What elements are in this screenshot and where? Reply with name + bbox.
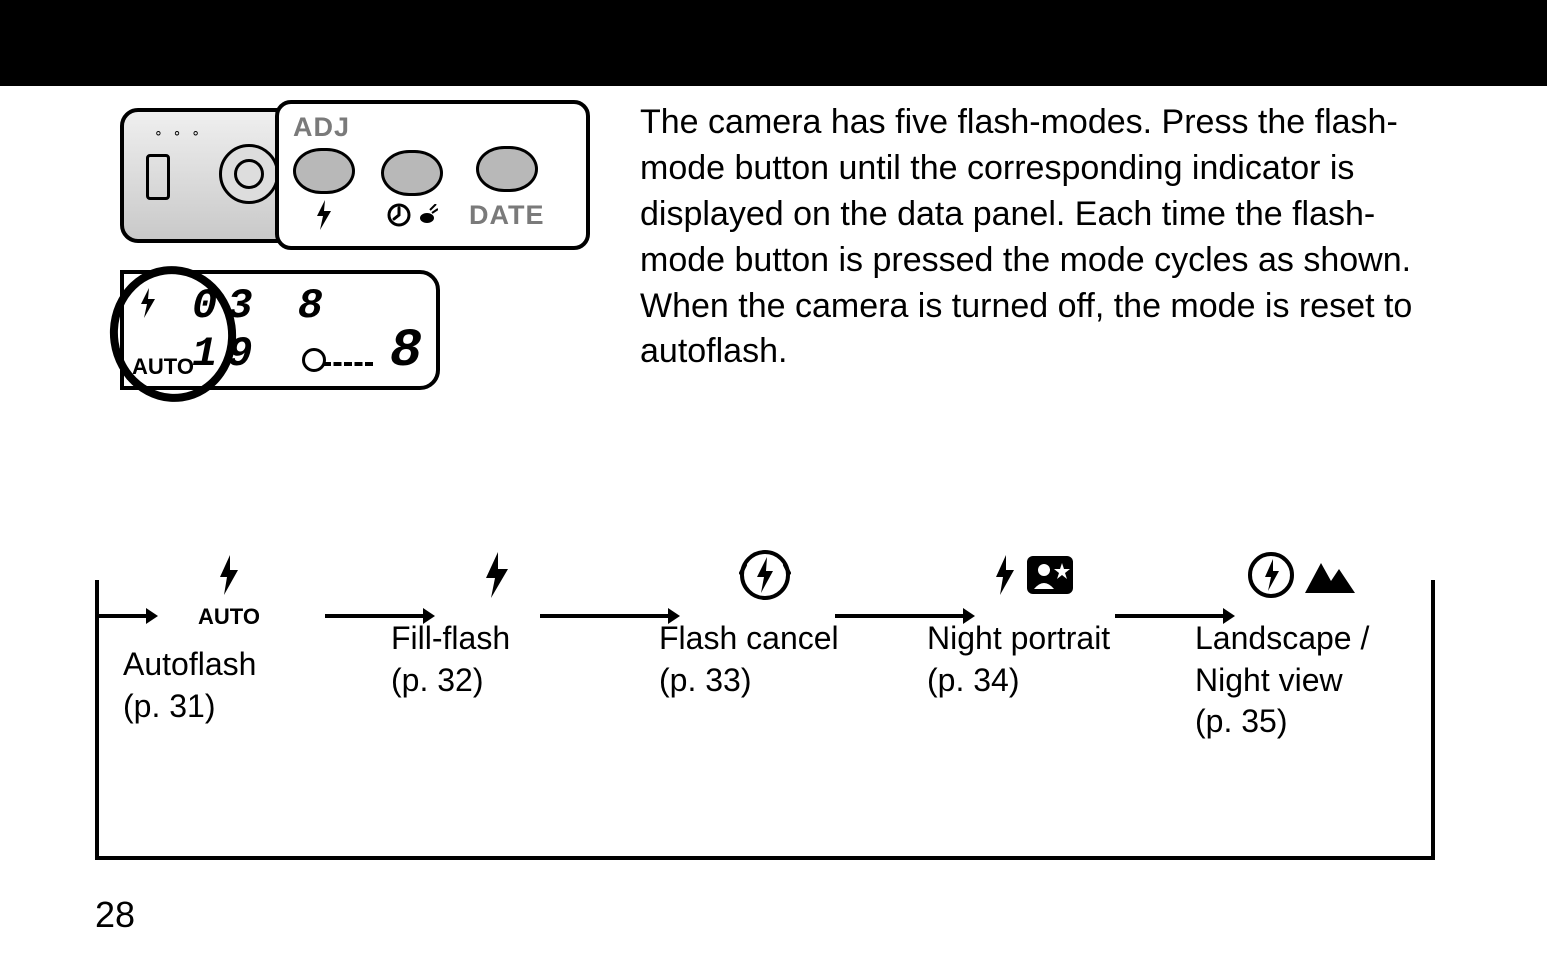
mode-label: Flash cancel (p. 33)	[631, 618, 839, 701]
lcd-auto-text: AUTO	[132, 354, 194, 380]
flash-icon	[314, 200, 334, 230]
flash-auto-icon	[216, 540, 242, 610]
camera-lens	[219, 144, 279, 204]
adj-label: ADJ	[293, 112, 350, 143]
timer-redeye-button	[381, 150, 443, 196]
camera-illustration: ∘ ∘ ∘	[120, 108, 295, 243]
mode-label: Landscape / Night view (p. 35)	[1167, 618, 1435, 743]
flash-mode-button	[293, 148, 355, 194]
lcd-panel: AUTO 03 8 19 8	[120, 270, 440, 390]
mode-autoflash: AUTO Autoflash (p. 31)	[95, 540, 363, 743]
timer-redeye-icon	[386, 202, 438, 228]
mode-cycle-diagram: AUTO Autoflash (p. 31) Fill-flash (p. 32…	[95, 580, 1435, 860]
diagram-area: ∘ ∘ ∘ ADJ	[120, 100, 590, 420]
mode-label: Autoflash (p. 31)	[95, 644, 256, 727]
auto-sublabel: AUTO	[198, 604, 260, 630]
mode-row: AUTO Autoflash (p. 31) Fill-flash (p. 32…	[95, 540, 1435, 743]
lcd-flash-icon	[138, 288, 158, 318]
lcd-film-icon	[302, 348, 326, 372]
mode-label: Fill-flash (p. 32)	[363, 618, 510, 701]
mode-label: Night portrait (p. 34)	[899, 618, 1110, 701]
flash-fill-icon	[482, 540, 512, 610]
page-number: 28	[95, 894, 135, 936]
mode-flashcancel: Flash cancel (p. 33)	[631, 540, 899, 743]
body-paragraph: The camera has five flash-modes. Press t…	[640, 100, 1430, 375]
camera-viewfinder	[146, 154, 170, 200]
mode-landscape: Landscape / Night view (p. 35)	[1167, 540, 1435, 743]
mode-nightportrait: Night portrait (p. 34)	[899, 540, 1167, 743]
lcd-counter: 8	[390, 321, 422, 382]
camera-top-dots: ∘ ∘ ∘	[154, 124, 203, 141]
night-portrait-icon	[992, 540, 1074, 610]
header-bar	[0, 0, 1547, 86]
date-button	[476, 146, 538, 192]
button-panel: ADJ DATE	[275, 100, 590, 250]
mode-fillflash: Fill-flash (p. 32)	[363, 540, 631, 743]
flash-cancel-icon	[739, 540, 791, 610]
landscape-night-icon	[1247, 540, 1355, 610]
date-label: DATE	[469, 200, 545, 231]
